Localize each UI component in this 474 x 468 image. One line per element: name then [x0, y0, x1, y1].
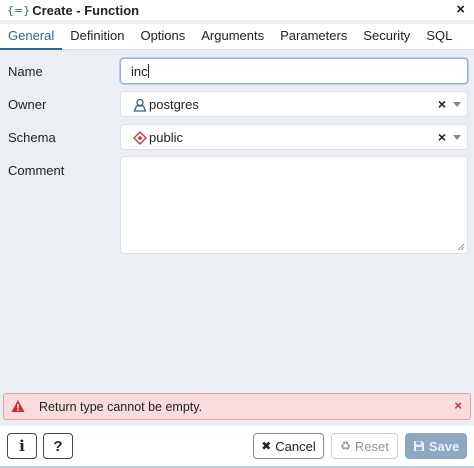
owner-clear-icon[interactable]: × — [438, 96, 446, 112]
tab-sql[interactable]: SQL — [418, 24, 460, 49]
name-value: inc — [131, 64, 148, 79]
comment-textarea[interactable] — [120, 156, 468, 254]
help-button[interactable]: ? — [43, 433, 73, 459]
tab-options[interactable]: Options — [132, 24, 193, 49]
tab-bar: General Definition Options Arguments Par… — [0, 24, 474, 50]
schema-clear-icon[interactable]: × — [438, 129, 446, 145]
close-icon: ✖ — [261, 439, 272, 453]
schema-value: public — [149, 130, 183, 145]
dialog-titlebar: {=} Create - Function × — [0, 0, 474, 20]
cancel-label: Cancel — [275, 438, 316, 454]
tab-parameters[interactable]: Parameters — [272, 24, 355, 49]
user-icon — [133, 98, 147, 112]
resize-handle-icon[interactable] — [457, 243, 465, 251]
general-form: Name inc Owner postgres × Schema public … — [0, 50, 474, 392]
error-close-icon[interactable]: × — [454, 398, 462, 413]
name-input[interactable]: inc — [120, 58, 468, 84]
recycle-icon: ♻ — [340, 439, 351, 453]
close-icon[interactable]: × — [456, 1, 465, 18]
save-button[interactable]: Save — [405, 433, 467, 459]
comment-label: Comment — [8, 163, 65, 178]
function-icon: {=} — [7, 3, 31, 17]
name-label: Name — [8, 64, 43, 79]
text-caret — [147, 64, 149, 78]
help-icon: ? — [53, 437, 63, 455]
owner-dropdown-arrow-icon[interactable] — [453, 102, 461, 107]
save-label: Save — [428, 438, 460, 454]
cancel-button[interactable]: ✖ Cancel — [253, 433, 324, 459]
dialog-title: Create - Function — [32, 2, 140, 18]
reset-button[interactable]: ♻ Reset — [331, 433, 398, 459]
error-alert: Return type cannot be empty. × — [3, 393, 471, 420]
info-button[interactable]: i — [7, 433, 37, 459]
info-icon: i — [19, 437, 25, 455]
schema-icon — [133, 131, 147, 145]
save-icon — [413, 441, 424, 451]
tab-arguments[interactable]: Arguments — [193, 24, 272, 49]
error-message: Return type cannot be empty. — [39, 400, 203, 414]
owner-select[interactable]: postgres × — [120, 91, 468, 117]
tab-definition[interactable]: Definition — [62, 24, 132, 49]
reset-label: Reset — [354, 438, 389, 454]
tab-security[interactable]: Security — [355, 24, 418, 49]
owner-value: postgres — [149, 97, 199, 112]
warning-icon — [11, 400, 25, 412]
schema-label: Schema — [8, 130, 56, 145]
schema-dropdown-arrow-icon[interactable] — [453, 135, 461, 140]
tab-general[interactable]: General — [0, 24, 63, 50]
owner-label: Owner — [8, 97, 47, 112]
dialog-footer: i ? ✖ Cancel ♻ Reset Save — [0, 426, 474, 468]
schema-select[interactable]: public × — [120, 124, 468, 150]
